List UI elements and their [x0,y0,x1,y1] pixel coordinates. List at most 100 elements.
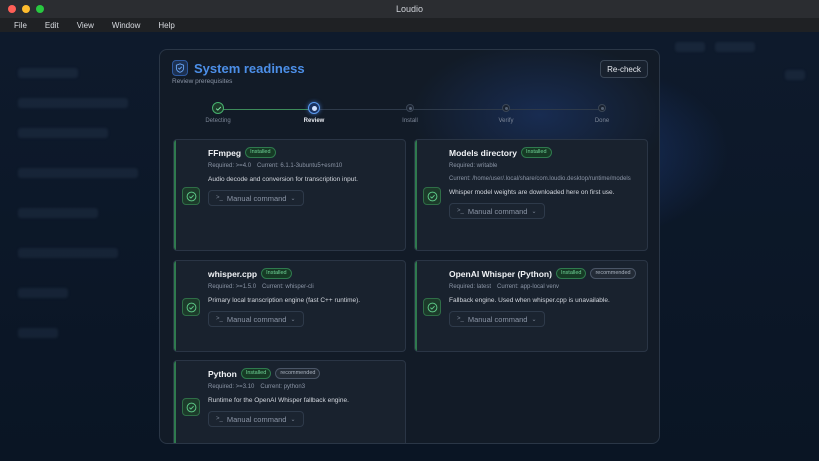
check-circle-icon [182,398,200,416]
status-bar [415,261,417,351]
step-review: Review [284,102,344,124]
prerequisite-description: Runtime for the OpenAI Whisper fallback … [208,397,349,404]
prerequisite-name: Python [208,368,237,379]
background-placeholder [18,68,78,78]
prerequisite-card-openai-whisper: OpenAI Whisper (Python) Installed recomm… [414,260,648,352]
prerequisite-name: FFmpeg [208,147,242,158]
status-bar [415,140,417,250]
step-detecting: Detecting [188,102,248,124]
version-info: Required: >=3.10 Current: python3 [208,383,399,391]
prerequisite-description: Primary local transcription engine (fast… [208,297,361,304]
installed-badge: Installed [245,147,276,158]
menu-bar: File Edit View Window Help [0,18,819,32]
stepper-connector [314,109,602,110]
current-version: Current: python3 [260,384,306,390]
menu-file[interactable]: File [14,21,27,30]
dialog-header: System readiness [172,60,305,76]
menu-edit[interactable]: Edit [45,21,59,30]
prerequisite-card-models-directory: Models directory Installed Required: wri… [414,139,648,251]
step-label: Install [402,118,418,124]
background-placeholder [18,208,98,218]
recommended-badge: recommended [590,268,636,279]
installed-badge: Installed [555,268,587,279]
prerequisite-description: Whisper model weights are downloaded her… [449,189,615,196]
terminal-prompt-icon: >_ [216,416,223,422]
background-placeholder [785,70,805,80]
pending-step-indicator [502,104,510,112]
prerequisite-description: Fallback engine. Used when whisper.cpp i… [449,297,610,304]
menu-help[interactable]: Help [158,21,174,30]
system-readiness-dialog: System readiness Review prerequisites Re… [159,49,660,444]
manual-command-toggle[interactable]: >_ Manual command ⌄ [208,190,304,206]
background-placeholder [18,98,128,108]
progress-stepper: Detecting Review Install Verify Done [160,102,659,132]
card-content: Python Installed recommended Required: >… [208,368,399,427]
prerequisite-card-ffmpeg: FFmpeg Installed Required: >=4.0 Current:… [173,139,406,251]
manual-command-label: Manual command [226,193,287,203]
prerequisite-name: Models directory [449,147,518,158]
chevron-down-icon: ⌄ [290,416,296,423]
terminal-prompt-icon: >_ [216,316,223,322]
menu-window[interactable]: Window [112,21,140,30]
chevron-down-icon: ⌄ [290,195,296,202]
card-content: OpenAI Whisper (Python) Installed recomm… [449,268,641,327]
manual-command-toggle[interactable]: >_ Manual command ⌄ [208,411,304,427]
required-version: Required: >=4.0 [208,163,252,169]
manual-command-toggle[interactable]: >_ Manual command ⌄ [449,311,545,327]
manual-command-label: Manual command [226,314,287,324]
pending-step-indicator [406,104,414,112]
dialog-subtitle: Review prerequisites [172,78,233,85]
prerequisite-card-whisper-cpp: whisper.cpp Installed Required: >=1.5.0 C… [173,260,406,352]
required-version: Required: latest [449,284,492,290]
card-content: whisper.cpp Installed Required: >=1.5.0 C… [208,268,399,327]
step-done: Done [572,102,632,124]
background-placeholder [18,128,108,138]
status-bar [174,261,176,351]
manual-command-toggle[interactable]: >_ Manual command ⌄ [208,311,304,327]
background-placeholder [18,328,58,338]
version-info: Required: >=4.0 Current: 6.1.1-3ubuntu5+e… [208,162,399,170]
check-icon [212,102,224,114]
prerequisite-name: OpenAI Whisper (Python) [449,268,552,279]
required-version: Required: >=1.5.0 [208,284,257,290]
chevron-down-icon: ⌄ [531,208,537,215]
terminal-prompt-icon: >_ [216,195,223,201]
version-info: Required: >=1.5.0 Current: whisper-cli [208,283,399,291]
required-version: Required: >=3.10 [208,384,255,390]
check-circle-icon [182,187,200,205]
pending-step-indicator [598,104,606,112]
chevron-down-icon: ⌄ [531,316,537,323]
minimize-window-button[interactable] [22,5,30,13]
step-install: Install [380,102,440,124]
step-label: Review [303,118,325,124]
background-placeholder [18,168,138,178]
current-step-indicator [308,102,320,114]
background-placeholder [715,42,755,52]
chevron-down-icon: ⌄ [290,316,296,323]
step-label: Done [594,118,610,124]
step-label: Detecting [205,118,231,124]
close-window-button[interactable] [8,5,16,13]
prerequisite-description: Audio decode and conversion for transcri… [208,176,358,183]
window-controls [8,5,44,13]
manual-command-toggle[interactable]: >_ Manual command ⌄ [449,203,545,219]
window-titlebar: Loudio [0,0,819,18]
background-placeholder [18,288,68,298]
manual-command-label: Manual command [467,206,528,216]
prerequisite-card-python: Python Installed recommended Required: >… [173,360,406,443]
maximize-window-button[interactable] [36,5,44,13]
step-verify: Verify [476,102,536,124]
installed-badge: Installed [521,147,552,158]
manual-command-label: Manual command [467,314,528,324]
background-placeholder [18,248,118,258]
status-bar [174,361,176,443]
recheck-button[interactable]: Re-check [600,60,648,78]
required-version: Required: writable [449,163,498,169]
dialog-title: System readiness [194,60,305,76]
prerequisite-name: whisper.cpp [208,268,258,279]
current-path: Current: /home/user/.local/share/com.lou… [449,176,631,182]
check-circle-icon [423,187,441,205]
recommended-badge: recommended [275,368,321,379]
step-label: Verify [498,118,514,124]
menu-view[interactable]: View [77,21,94,30]
